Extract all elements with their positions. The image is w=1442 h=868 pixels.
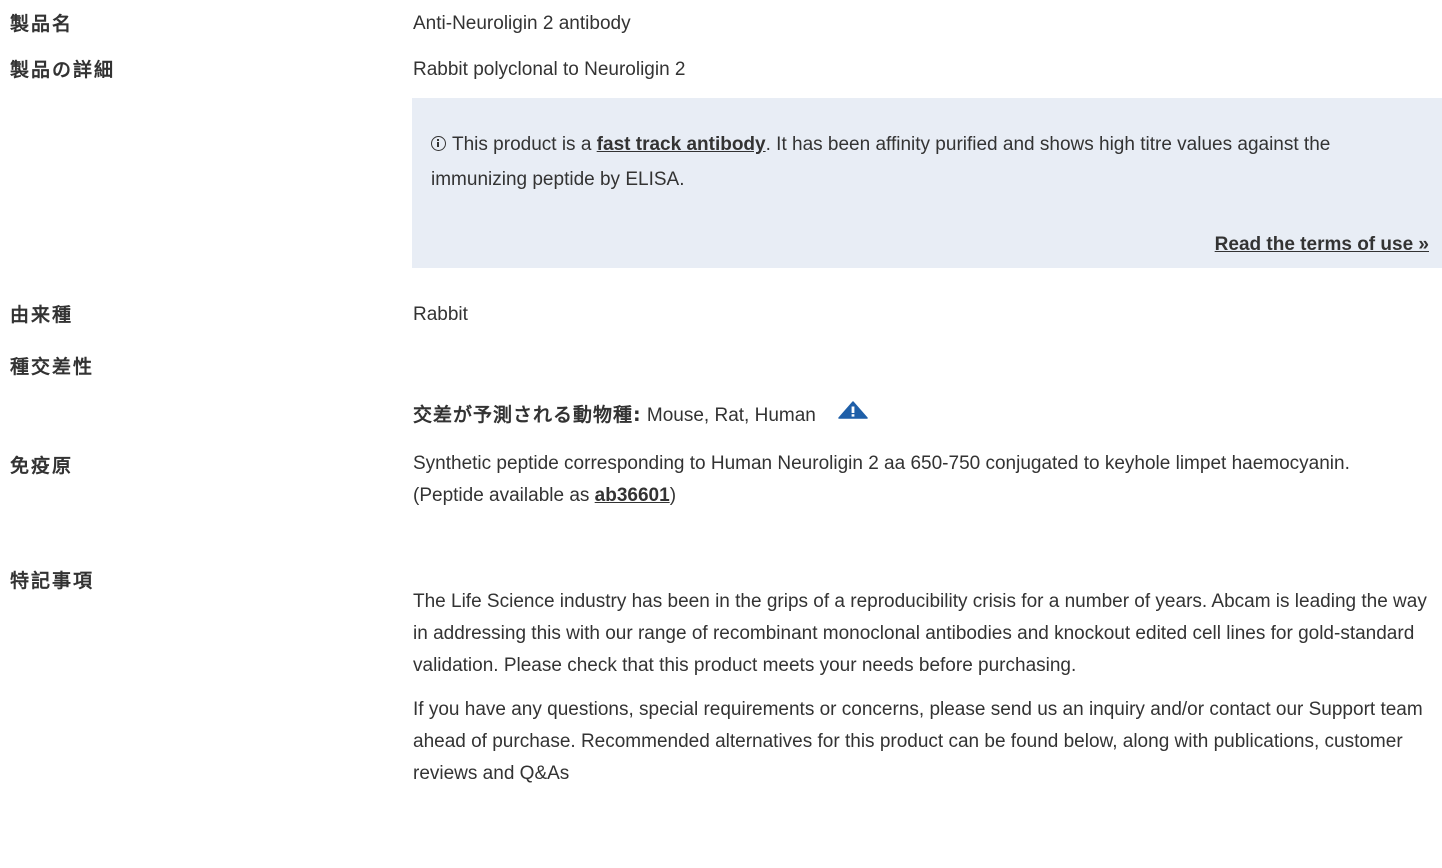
label-notes: 特記事項 (10, 570, 95, 592)
fast-track-antibody-link[interactable]: fast track antibody (597, 134, 766, 155)
fast-track-notice: This product is a fast track antibody. I… (412, 98, 1442, 268)
terms-of-use-link[interactable]: Read the terms of use » (1215, 233, 1429, 257)
value-immunogen: Synthetic peptide corresponding to Human… (413, 448, 1430, 512)
label-immunogen: 免疫原 (10, 455, 74, 477)
value-host: Rabbit (413, 304, 468, 325)
peptide-text-before: (Peptide available as (413, 485, 595, 506)
value-product-name: Anti-Neuroligin 2 antibody (413, 13, 631, 34)
label-host: 由来種 (10, 304, 74, 326)
notice-text: This product is a fast track antibody. I… (431, 127, 1421, 197)
label-reactivity: 種交差性 (10, 356, 95, 378)
notes-paragraph-2: If you have any questions, special requi… (413, 699, 1423, 784)
notes-paragraph-1: The Life Science industry has been in th… (413, 591, 1427, 676)
label-product-detail: 製品の詳細 (10, 59, 116, 81)
immunogen-peptide: (Peptide available as ab36601) (413, 480, 1430, 512)
warning-triangle-icon[interactable] (838, 398, 868, 430)
value-reactivity: 交差が予測される動物種: Mouse, Rat, Human (413, 398, 1430, 432)
immunogen-description: Synthetic peptide corresponding to Human… (413, 453, 1350, 474)
predicted-species-label: 交差が予測される動物種: (413, 404, 642, 426)
predicted-species-value: Mouse, Rat, Human (641, 405, 816, 426)
peptide-text-after: ) (669, 485, 677, 506)
notice-text-before: This product is a (452, 134, 597, 155)
ab36601-link[interactable]: ab36601 (595, 485, 670, 506)
value-notes: The Life Science industry has been in th… (413, 586, 1430, 802)
label-product-name: 製品名 (10, 13, 74, 35)
info-icon (431, 136, 446, 151)
value-product-detail: Rabbit polyclonal to Neuroligin 2 (413, 59, 686, 80)
